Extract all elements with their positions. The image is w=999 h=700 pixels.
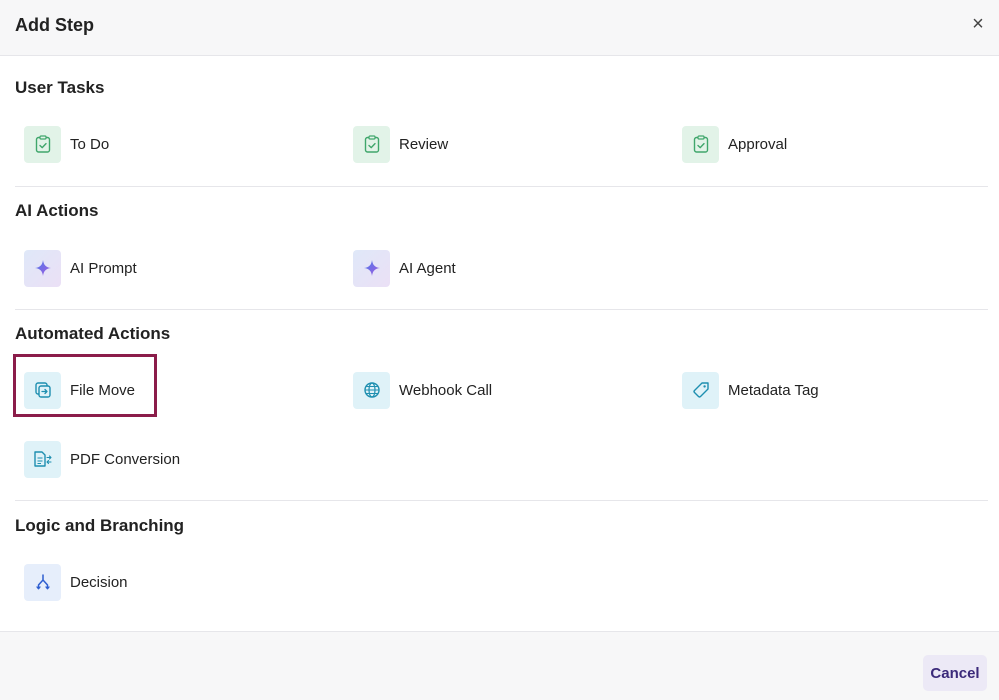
step-label: Approval xyxy=(728,135,788,153)
step-label: Metadata Tag xyxy=(728,381,819,399)
step-webhook-call[interactable]: Webhook Call xyxy=(353,371,492,409)
step-label: Webhook Call xyxy=(399,381,493,399)
step-to-do[interactable]: To Do xyxy=(24,125,109,163)
close-icon[interactable]: × xyxy=(966,12,990,36)
step-review[interactable]: Review xyxy=(353,125,448,163)
tag-icon xyxy=(682,371,719,409)
clipboard-check-icon xyxy=(353,125,390,163)
step-label: To Do xyxy=(70,135,110,153)
dialog-title: Add Step xyxy=(15,15,94,35)
step-ai-agent[interactable]: AI Agent xyxy=(353,249,456,287)
section-title-ai-actions: AI Actions xyxy=(15,201,99,220)
section-divider xyxy=(15,186,988,187)
dialog-footer: Cancel xyxy=(0,631,999,700)
section-divider xyxy=(15,309,988,310)
section-title-automated-actions: Automated Actions xyxy=(15,324,171,343)
step-file-move[interactable]: File Move xyxy=(24,371,135,409)
section-divider xyxy=(15,500,988,501)
step-label: Decision xyxy=(70,573,128,591)
step-label: File Move xyxy=(70,381,136,399)
step-label: AI Prompt xyxy=(70,259,137,277)
section-title-user-tasks: User Tasks xyxy=(15,78,105,97)
dialog-header: Add Step × xyxy=(0,0,999,56)
step-label: Review xyxy=(399,135,449,153)
step-ai-prompt[interactable]: AI Prompt xyxy=(24,249,137,287)
sparkle-icon xyxy=(353,249,390,287)
step-label: AI Agent xyxy=(399,259,456,277)
section-title-logic-branching: Logic and Branching xyxy=(15,516,185,535)
sparkle-icon xyxy=(24,249,61,287)
globe-icon xyxy=(353,371,390,409)
step-label: PDF Conversion xyxy=(70,450,181,468)
decision-branch-icon xyxy=(24,563,61,601)
pdf-convert-icon xyxy=(24,440,61,478)
step-decision[interactable]: Decision xyxy=(24,563,128,601)
step-metadata-tag[interactable]: Metadata Tag xyxy=(682,371,819,409)
clipboard-check-icon xyxy=(682,125,719,163)
cancel-button[interactable]: Cancel xyxy=(923,655,987,691)
step-approval[interactable]: Approval xyxy=(682,125,787,163)
step-pdf-conversion[interactable]: PDF Conversion xyxy=(24,440,180,478)
file-move-icon xyxy=(24,371,61,409)
clipboard-check-icon xyxy=(24,125,61,163)
